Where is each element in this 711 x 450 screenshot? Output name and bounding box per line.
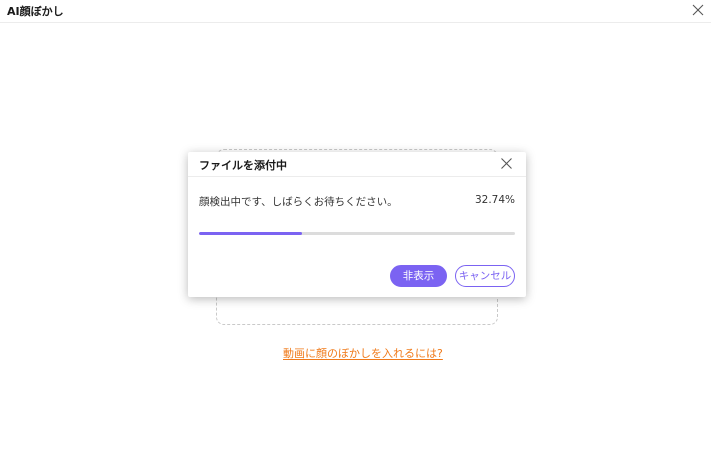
progress-dialog: ファイルを添付中 顔検出中です、しばらくお待ちください。 32.74% 非表示 … [188, 152, 526, 297]
help-link[interactable]: 動画に顔のぼかしを入れるには? [283, 345, 443, 361]
app-title: AI顔ぼかし [7, 5, 64, 18]
progress-percent: 32.74% [474, 194, 515, 206]
progress-bar [199, 232, 515, 235]
cancel-button[interactable]: キャンセル [455, 265, 515, 287]
close-icon[interactable] [691, 3, 705, 17]
hide-button[interactable]: 非表示 [390, 265, 447, 287]
status-text: 顔検出中です、しばらくお待ちください。 [199, 196, 398, 208]
title-bar: AI顔ぼかし [0, 0, 711, 23]
dialog-header: ファイルを添付中 [188, 152, 526, 177]
progress-fill [199, 232, 303, 235]
dialog-title: ファイルを添付中 [199, 159, 287, 172]
app-window: AI顔ぼかし 動画に顔のぼかしを入れるには? ファイルを添付中 顔検出中です、し… [0, 0, 711, 450]
close-icon[interactable] [500, 157, 513, 170]
